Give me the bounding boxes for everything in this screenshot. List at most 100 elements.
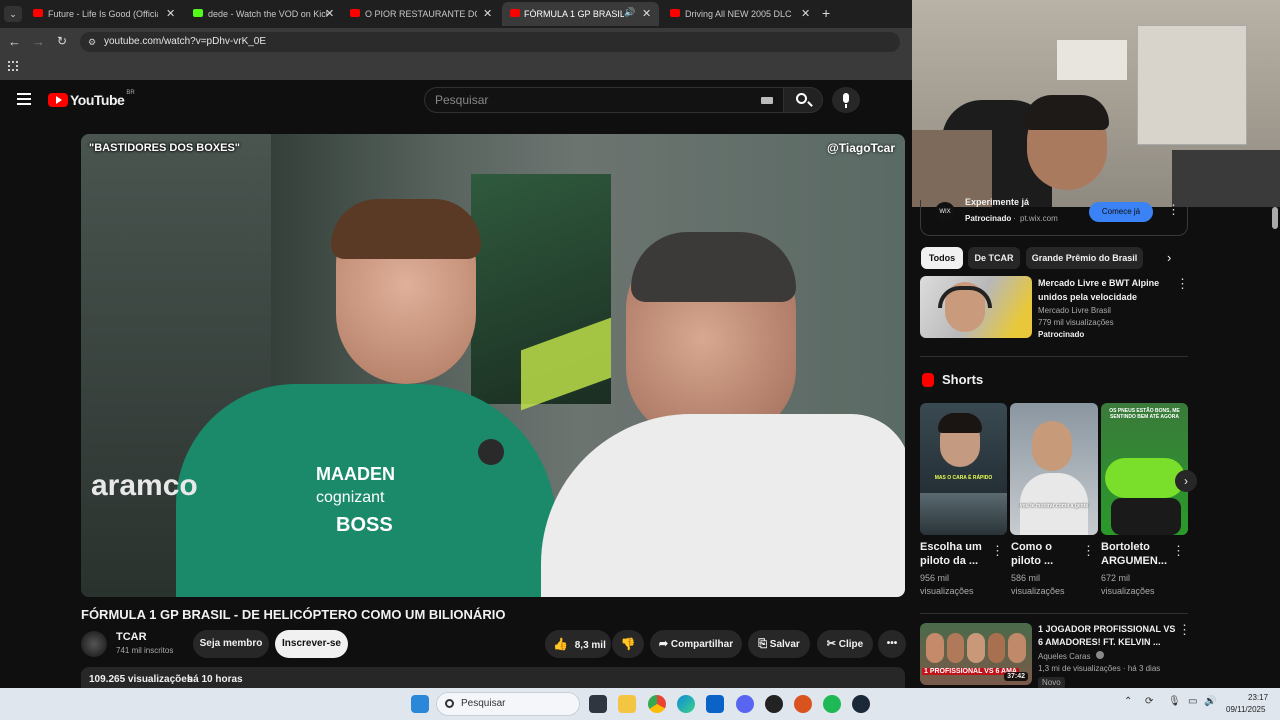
menu-icon[interactable] — [17, 93, 31, 105]
spotify-icon[interactable] — [823, 695, 841, 713]
search-icon — [445, 699, 454, 708]
sponsored-more-icon[interactable]: ⋮ — [1176, 276, 1189, 292]
subscribe-button[interactable]: Inscrever-se — [275, 630, 348, 658]
ad-more-icon[interactable]: ⋮ — [1167, 202, 1180, 218]
region-code: BR — [126, 90, 135, 96]
keyboard-icon[interactable] — [761, 97, 773, 104]
tab-restaurante[interactable]: O PIOR RESTAURANTE DO MU ✕ — [317, 2, 497, 26]
app-orange-icon[interactable] — [794, 695, 812, 713]
audio-playing-icon[interactable]: 🔊 — [624, 7, 635, 18]
outlook-icon[interactable] — [706, 695, 724, 713]
share-button[interactable]: ➦ Compartilhar — [650, 630, 742, 658]
tray-sync-icon[interactable]: ⟳ — [1145, 696, 1153, 707]
site-info-icon[interactable]: ⚙ — [88, 32, 96, 52]
short-title-1[interactable]: Escolha um — [920, 540, 982, 554]
new-tab-button[interactable]: + — [822, 5, 830, 21]
chip-grande-premio[interactable]: Grande Prêmio do Brasil — [1026, 247, 1143, 269]
next-video-thumbnail[interactable]: 1 PROFISSIONAL VS 6 AMA 37:42 — [920, 623, 1032, 685]
tab-future[interactable]: Future - Life Is Good (Official M ✕ — [0, 2, 180, 26]
clock-date[interactable]: 09/11/2025 — [1226, 705, 1265, 714]
short-thumbnail-2[interactable]: vou te mostrar como a gente — [1010, 403, 1098, 535]
steam-icon[interactable] — [852, 695, 870, 713]
forward-icon[interactable]: → — [32, 34, 45, 49]
next-video-title-line1[interactable]: 1 JOGADOR PROFISSIONAL VS — [1038, 622, 1175, 636]
close-tab-icon[interactable]: ✕ — [801, 7, 810, 20]
chip-from-tcar[interactable]: De TCAR — [968, 247, 1020, 269]
section-divider — [920, 356, 1188, 357]
ad-cta-button[interactable]: Comece já — [1089, 202, 1153, 222]
short-more-icon[interactable]: ⋮ — [1172, 543, 1185, 559]
short-caption: vou te mostrar como a gente — [1019, 503, 1089, 509]
tray-volume-icon[interactable]: 🔊 — [1204, 696, 1216, 707]
clock-time[interactable]: 23:17 — [1248, 693, 1268, 702]
tab-label: FÓRMULA 1 GP BRASIL - D — [524, 9, 624, 19]
search-button[interactable] — [783, 87, 823, 113]
chip-label: Todos — [928, 253, 956, 263]
chrome-icon[interactable] — [648, 695, 666, 713]
ad-brand: WIX — [939, 209, 951, 215]
tray-network-icon[interactable]: ▭ — [1188, 696, 1197, 707]
short-title-3b[interactable]: ARGUMEN... — [1101, 554, 1167, 568]
next-video-title-line2[interactable]: 6 AMADORES! FT. KELVIN ... — [1038, 635, 1161, 649]
shorts-next-button[interactable]: › — [1175, 470, 1197, 492]
next-video-more-icon[interactable]: ⋮ — [1178, 622, 1191, 638]
next-video-channel[interactable]: Aqueles Caras — [1038, 652, 1090, 661]
ad-separator: · — [1013, 214, 1016, 223]
tab-driving[interactable]: Driving All NEW 2005 DLC Cars ✕ — [637, 2, 817, 26]
task-view-icon[interactable] — [589, 695, 607, 713]
view-count: 109.265 visualizações — [89, 674, 193, 685]
edge-icon[interactable] — [677, 695, 695, 713]
like-button[interactable]: 👍 8,3 mil — [545, 630, 611, 658]
search-input[interactable]: Pesquisar — [424, 87, 784, 113]
tab-kick[interactable]: dede - Watch the VOD on Kick ✕ — [160, 2, 340, 26]
apps-grid-icon[interactable] — [8, 61, 18, 71]
back-icon[interactable]: ← — [8, 34, 21, 49]
chips-next-icon[interactable]: › — [1167, 250, 1171, 265]
channel-name[interactable]: TCAR — [116, 631, 147, 643]
more-actions-button[interactable]: ••• — [878, 630, 906, 658]
short-title-3[interactable]: Bortoleto — [1101, 540, 1150, 554]
man-left-hair — [331, 199, 481, 259]
man-right-hair — [631, 232, 796, 302]
bookmarks-bar — [0, 56, 912, 80]
short-title-1b[interactable]: piloto da ... — [920, 554, 978, 568]
aramco-logo-text: aramco — [91, 469, 198, 502]
sponsored-title-line2[interactable]: unidos pela velocidade — [1038, 290, 1137, 304]
short-title-2b[interactable]: piloto ... — [1011, 554, 1053, 568]
ad-card[interactable]: WIX Experimente já Patrocinado · pt.wix.… — [920, 197, 1188, 236]
taskbar-search[interactable]: Pesquisar — [436, 692, 580, 716]
thumbs-down-icon: 👎 — [620, 637, 636, 651]
channel-avatar[interactable] — [81, 631, 107, 657]
file-explorer-icon[interactable] — [618, 695, 636, 713]
scrollbar-thumb[interactable] — [1272, 207, 1278, 229]
tab-bar: ⌄ Future - Life Is Good (Official M ✕ de… — [0, 0, 912, 28]
obs-icon[interactable] — [765, 695, 783, 713]
short-more-icon[interactable]: ⋮ — [1082, 543, 1095, 559]
discord-icon[interactable] — [736, 695, 754, 713]
dislike-button[interactable]: 👎 — [612, 630, 644, 658]
short-title-2[interactable]: Como o — [1011, 540, 1052, 554]
youtube-logo[interactable]: YouTube BR — [48, 90, 135, 108]
sponsored-thumbnail[interactable] — [920, 276, 1032, 338]
join-button[interactable]: Seja membro — [193, 630, 269, 658]
close-tab-icon[interactable]: ✕ — [483, 7, 492, 20]
short-thumbnail-1[interactable]: MAS O CARA É RÁPIDO — [920, 403, 1007, 535]
youtube-header: YouTube BR Pesquisar — [0, 80, 912, 120]
tray-mic-icon[interactable]: 🎙 — [1168, 696, 1181, 707]
chip-all[interactable]: Todos — [921, 247, 963, 269]
short-more-icon[interactable]: ⋮ — [991, 543, 1004, 559]
sponsored-title-line1[interactable]: Mercado Livre e BWT Alpine — [1038, 276, 1159, 290]
short-thumbnail-3[interactable]: OS PNEUS ESTÃO BONS, ME SENTINDO BEM ATÉ… — [1101, 403, 1188, 535]
url-field[interactable]: ⚙ youtube.com/watch?v=pDhv-vrK_0E — [80, 32, 900, 52]
tab-formula1[interactable]: FÓRMULA 1 GP BRASIL - D 🔊 ✕ — [502, 2, 659, 26]
new-badge-label: Novo — [1042, 678, 1061, 687]
clip-button[interactable]: ✂ Clipe — [817, 630, 873, 658]
video-player[interactable]: MAADEN cognizant BOSS aramco "BASTIDORES… — [81, 134, 905, 597]
reload-icon[interactable]: ↻ — [57, 34, 67, 48]
next-video-meta: 1,3 mi de visualizações · há 3 dias — [1038, 664, 1161, 673]
upload-age: há 10 horas — [187, 674, 243, 685]
save-button[interactable]: ⎘ Salvar — [748, 630, 810, 658]
voice-search-button[interactable] — [832, 87, 860, 113]
tray-chevron-icon[interactable]: ⌃ — [1124, 696, 1132, 707]
windows-start-icon[interactable] — [411, 695, 429, 713]
